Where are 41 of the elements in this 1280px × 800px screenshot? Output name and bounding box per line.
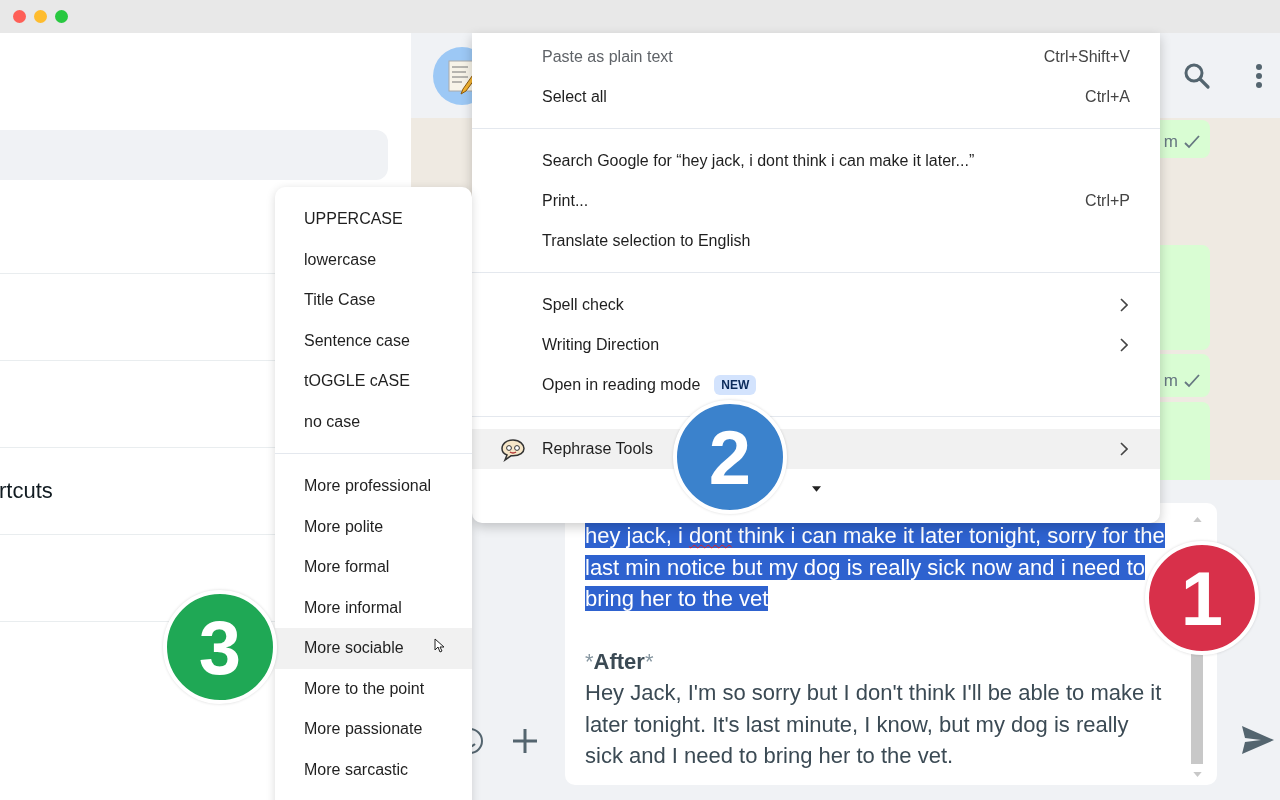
menu-item[interactable]: More formal	[275, 547, 472, 588]
menu-icon[interactable]	[1255, 62, 1263, 89]
message-text: Hey Jack, I'm so sorry but I don't think I'll be able to make it later tonight. It's last minute, I know, but my dog is really sick and I need to bring her to the vet.	[585, 679, 1163, 770]
selected-text: hey jack, i dont think i can make it later tonight, sorry for the last min notice but my dog is really sick now and i need to bring her to the vet	[585, 522, 1165, 613]
menu-item[interactable]: Title Case	[275, 280, 472, 321]
menu-item[interactable]: More to the point	[275, 668, 472, 709]
window-control[interactable]	[13, 10, 26, 23]
plus-icon[interactable]	[512, 728, 538, 754]
list-item-label[interactable]: rtcuts	[0, 478, 53, 504]
speech-bubble-icon	[500, 438, 526, 462]
menu-item[interactable]: More sociable	[275, 628, 472, 669]
shortcut-text: Ctrl+P	[1085, 192, 1130, 210]
menu-item[interactable]: lowercase	[275, 239, 472, 280]
new-badge: NEW	[714, 375, 757, 395]
menu-item[interactable]: Writing Direction	[472, 325, 1160, 365]
message-time: m	[1163, 371, 1178, 391]
send-icon[interactable]	[1241, 725, 1275, 755]
menu-item[interactable]: More professional	[275, 466, 472, 507]
menu-item[interactable]: More sarcastic	[275, 749, 472, 790]
menu-item[interactable]: More informal	[275, 587, 472, 628]
shortcut-text: Ctrl+Shift+V	[1043, 48, 1130, 66]
caret-icon[interactable]	[812, 486, 821, 492]
menu-item[interactable]: UPPERCASE	[275, 199, 472, 240]
chevron-right-icon	[1120, 338, 1128, 352]
menu-item[interactable]: Print... Ctrl+P	[472, 181, 1160, 221]
menu-item[interactable]: Spell check	[472, 285, 1160, 325]
search-icon[interactable]	[1183, 61, 1211, 90]
menu-item[interactable]: Translate selection to English	[472, 221, 1160, 261]
menu-item[interactable]: Search Google for “hey jack, i dont think i can make it later...”	[472, 141, 1160, 181]
menu-item[interactable]: Select all Ctrl+A	[472, 77, 1160, 117]
menu-item[interactable]: tOGGLE cASE	[275, 361, 472, 402]
menu-item[interactable]: Sentence case	[275, 320, 472, 361]
menu-item[interactable]: no case	[275, 401, 472, 442]
chevron-right-icon	[1120, 298, 1128, 312]
message-time: m	[1163, 132, 1178, 152]
cursor-icon	[434, 638, 444, 653]
shortcut-text: Ctrl+A	[1085, 88, 1130, 106]
menu-item[interactable]: More passionate	[275, 709, 472, 750]
chevron-right-icon	[1120, 442, 1128, 456]
menu-item[interactable]: More polite	[275, 506, 472, 547]
section-heading: *After*	[585, 647, 655, 676]
